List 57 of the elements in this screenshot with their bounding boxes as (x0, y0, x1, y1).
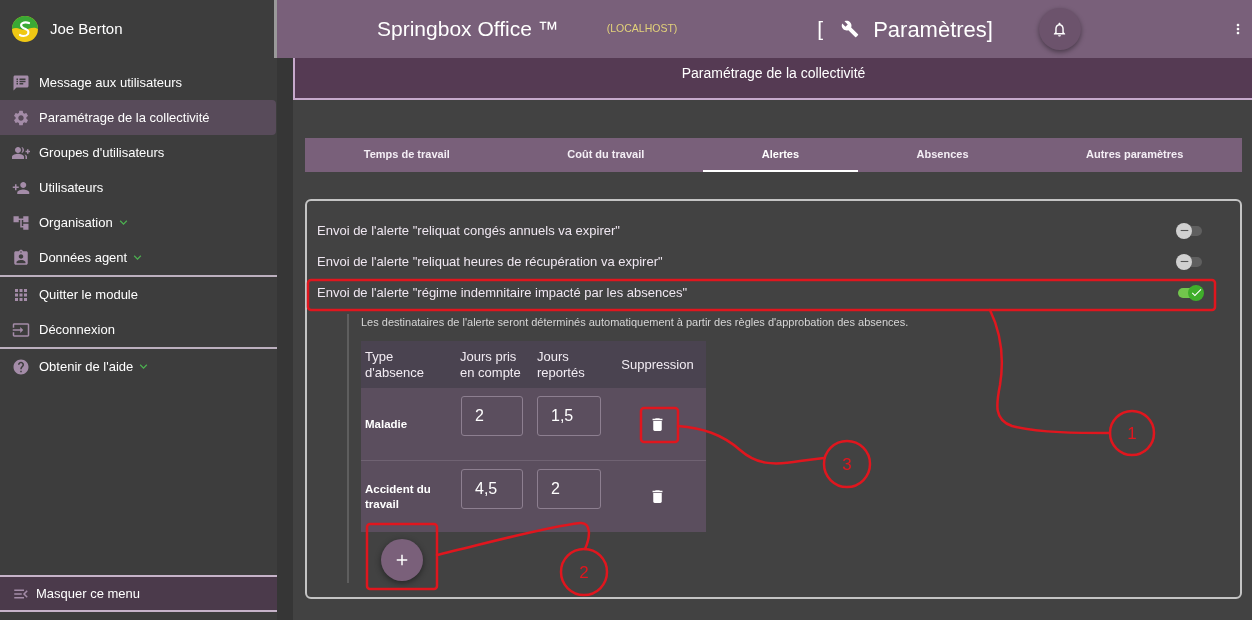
arrow-into-box-icon (12, 320, 30, 339)
host-label: (LOCALHOST) (606, 21, 678, 37)
alert-note: Les destinataires de l'alerte seront déterminés automatiquement à partir des règles d'approbation des absences. (361, 315, 910, 330)
sidebar-item[interactable]: Déconnexion (0, 312, 276, 347)
callout-circle (1108, 409, 1156, 457)
table-cell: Maladie (365, 416, 408, 432)
highlight-box (639, 406, 680, 444)
id-badge-icon (12, 248, 30, 267)
sidebar-item[interactable]: Organisation (0, 205, 276, 240)
column-header: Jours pris en compte (459, 348, 522, 381)
tab[interactable]: Coût du travail (508, 138, 703, 172)
toggle-switch[interactable] (1176, 284, 1204, 301)
sidebar-item[interactable]: Quitter le module (0, 277, 276, 312)
logo-icon (12, 16, 38, 42)
sidebar-item[interactable]: Obtenir de l'aide (0, 349, 276, 384)
callout-circle (559, 547, 609, 597)
alert-label: Envoi de l'alerte "reliquat congés annuels va expirer" (317, 221, 620, 240)
sidebar-item[interactable]: Utilisateurs (0, 170, 276, 205)
tab[interactable]: Temps de travail (305, 138, 509, 172)
hierarchy-icon (12, 213, 30, 232)
wrench-icon (841, 20, 860, 38)
number-field[interactable]: 2 (537, 469, 601, 509)
number-field[interactable]: 4,5 (461, 469, 523, 509)
column-header: Jours reportés (536, 348, 586, 381)
toggle-switch[interactable] (1176, 253, 1204, 270)
tab[interactable]: Alertes (703, 138, 858, 172)
add-button[interactable] (381, 539, 423, 581)
table-cell-text: Accident du travail (365, 481, 432, 512)
app-title: Springbox Office ™ (377, 16, 559, 43)
sidebar-item[interactable]: Paramétrage de la collectivité (0, 100, 276, 135)
callout-number: 3 (842, 455, 852, 474)
callout-number: 2 (579, 563, 589, 582)
column-header: Suppression (620, 356, 695, 373)
sidebar-item[interactable]: Données agent (0, 240, 276, 275)
help-icon (12, 357, 30, 376)
user-name: Joe Berton (50, 18, 123, 39)
number-field[interactable]: 2 (461, 396, 523, 436)
callout-number: 1 (1127, 424, 1137, 443)
page-title: Paramètres] (873, 15, 993, 44)
settings-icon (12, 108, 30, 127)
tab[interactable]: Absences (857, 138, 1028, 172)
sidebar-item[interactable]: Message aux utilisateurs (0, 65, 276, 100)
tab[interactable]: Autres paramètres (1027, 138, 1242, 172)
page-heading: Paramétrage de la collectivité (293, 58, 1252, 100)
number-field[interactable]: 1,5 (537, 396, 601, 436)
collapse-menu-button[interactable]: Masquer ce menu (0, 575, 277, 612)
page-title-bracket: [ (817, 16, 824, 43)
check-icon (1189, 286, 1203, 299)
alert-label: Envoi de l'alerte "reliquat heures de récupération va expirer" (317, 252, 663, 271)
column-header: Type d'absence (364, 348, 425, 381)
notes-icon (12, 73, 30, 92)
notifications-button[interactable] (1038, 8, 1081, 50)
sidebar-item[interactable]: Groupes d'utilisateurs (0, 135, 276, 170)
callout-circle (822, 439, 872, 489)
toggle-switch[interactable] (1176, 222, 1204, 239)
alert-label: Envoi de l'alerte "régime indemnitaire impacté par les absences" (317, 283, 688, 302)
scrollbar-thumb (274, 0, 277, 58)
